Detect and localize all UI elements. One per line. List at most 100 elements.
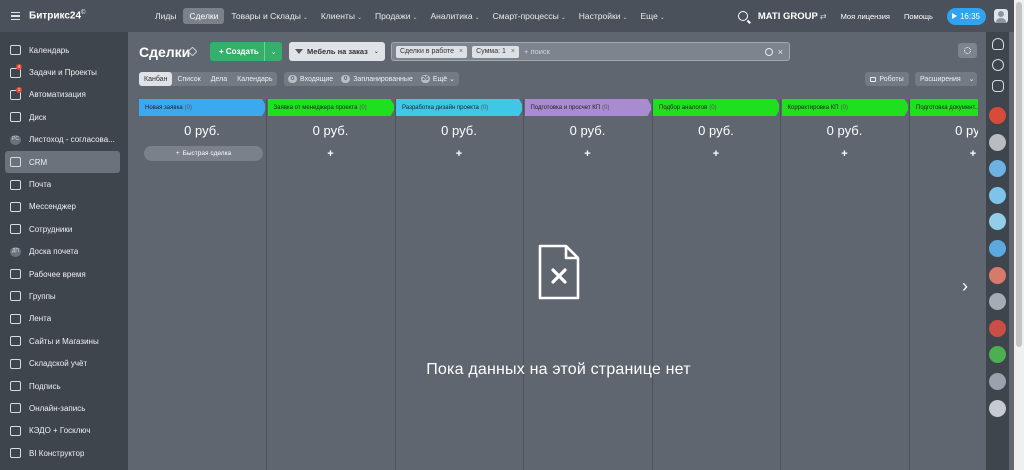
nav-item[interactable]: Клиенты ⌄: [315, 8, 368, 24]
company-switcher[interactable]: MATI GROUP ⇄: [758, 11, 827, 22]
column-header[interactable]: Новая заявка (0): [139, 99, 265, 116]
sidebar-item[interactable]: Сотрудники: [0, 218, 128, 240]
create-dropdown-icon[interactable]: ⌄: [264, 42, 282, 61]
sidebar-item[interactable]: ДП Доска почета: [0, 241, 128, 263]
chevron-down-icon: ⌄: [560, 15, 566, 21]
filter-chip[interactable]: Сумма: 1 ×: [472, 45, 519, 58]
search-input[interactable]: + поиск: [524, 47, 765, 56]
sidebar-item[interactable]: 1 Автоматизация: [0, 84, 128, 106]
contact-avatar[interactable]: [989, 399, 1006, 417]
contact-avatar[interactable]: [989, 239, 1006, 257]
add-deal-button[interactable]: +: [653, 148, 779, 160]
notifications-icon[interactable]: [991, 38, 1004, 50]
sidebar-item[interactable]: BI Конструктор: [0, 442, 128, 464]
sidebar-item[interactable]: Мессенджер: [0, 196, 128, 218]
sidebar-item[interactable]: Складской учёт: [0, 352, 128, 374]
nav-item[interactable]: Аналитика ⌄: [425, 8, 486, 24]
contact-avatar[interactable]: [989, 133, 1006, 151]
chip-close-icon[interactable]: ×: [459, 48, 463, 55]
sidebar-item[interactable]: Подпись: [0, 375, 128, 397]
column-header[interactable]: Корректировка КП (0): [781, 99, 908, 116]
contact-avatar[interactable]: [989, 160, 1006, 178]
filter-search[interactable]: Сделки в работе × Сумма: 1 × + поиск ×: [391, 42, 790, 61]
column-title: Заявка от менеджера проекта: [273, 104, 358, 111]
page-scrollbar[interactable]: [1014, 0, 1024, 470]
sidebar-item[interactable]: 4 Задачи и Проекты: [0, 61, 128, 83]
create-button[interactable]: + Создать ⌄: [210, 42, 282, 61]
work-time-button[interactable]: 16:35: [946, 7, 986, 25]
filter-chip[interactable]: Сделки в работе ×: [396, 45, 468, 58]
view-tab[interactable]: Календарь: [232, 72, 277, 86]
sidebar-item[interactable]: Группы: [0, 285, 128, 307]
top-bar: Битрикс24© Лиды Сделки Товары и Склады ⌄ Кли…: [0, 0, 1024, 32]
copy-icon[interactable]: [991, 80, 1004, 92]
app-logo[interactable]: Битрикс24©: [29, 10, 149, 21]
sidebar-item[interactable]: Лента: [0, 308, 128, 330]
nav-item[interactable]: Сделки: [183, 8, 225, 24]
sidebar-item[interactable]: Почта: [0, 173, 128, 195]
user-avatar[interactable]: [994, 9, 1008, 23]
mail-icon: [10, 179, 21, 190]
contact-avatar[interactable]: [989, 372, 1006, 390]
sidebar-item[interactable]: Календарь: [0, 39, 128, 61]
contact-avatar[interactable]: [989, 293, 1006, 311]
nav-item[interactable]: Еще ⌄: [635, 8, 671, 24]
column-count: (0): [359, 104, 367, 111]
add-deal-button[interactable]: +: [268, 148, 394, 160]
activity-counter[interactable]: 26 Ещё ⌄: [420, 75, 455, 83]
nav-item[interactable]: Смарт-процессы ⌄: [487, 8, 572, 24]
column-header[interactable]: Заявка от менеджера проекта (0): [267, 99, 394, 116]
settings-button[interactable]: [958, 43, 977, 58]
search-icon[interactable]: [764, 47, 773, 56]
view-tab[interactable]: Список: [172, 72, 205, 86]
help-link[interactable]: Помощь: [904, 12, 933, 21]
pipeline-selector[interactable]: Мебель на заказ ⌄: [289, 42, 385, 61]
add-deal-button[interactable]: +: [396, 148, 522, 160]
sidebar-item[interactable]: Рабочее время: [0, 263, 128, 285]
column-header[interactable]: Подготовка и просчет КП (0): [524, 99, 651, 116]
add-deal-button[interactable]: +: [782, 148, 908, 160]
activity-counter[interactable]: 0 Входящие: [288, 75, 333, 83]
nav-item[interactable]: Настройки ⌄: [573, 8, 634, 24]
clear-icon[interactable]: ×: [778, 47, 783, 57]
activity-counter[interactable]: 0 Запланированные: [341, 75, 413, 83]
sidebar-item[interactable]: CRM: [5, 150, 120, 174]
sidebar-item[interactable]: Сайты и Магазины: [0, 330, 128, 352]
sidebar-item[interactable]: Диск: [0, 106, 128, 128]
sidebar-item[interactable]: Онлайн-запись: [0, 397, 128, 419]
contact-avatar[interactable]: [989, 213, 1006, 231]
column-count: (0): [184, 104, 193, 111]
contact-avatar[interactable]: [989, 319, 1006, 337]
sidebar-item[interactable]: КЭДО + Госключ: [0, 420, 128, 442]
extensions-button[interactable]: Расширения ⌄: [915, 72, 977, 86]
sidebar-item-label: Сотрудники: [29, 224, 73, 234]
column-header[interactable]: Подбор аналогов (0): [653, 99, 779, 116]
sidebar-item[interactable]: PC Листоход - согласова...: [0, 129, 128, 151]
column-sum: 0 руб.: [569, 123, 606, 138]
column-header[interactable]: Подготовка документ...: [910, 99, 978, 116]
add-deal-button[interactable]: +: [910, 148, 978, 160]
license-link[interactable]: Моя лицензия: [841, 12, 890, 21]
quick-deal-button[interactable]: + Быстрая сделка: [144, 146, 263, 161]
kanban-column: Корректировка КП (0) 0 руб. +: [781, 99, 910, 470]
column-header[interactable]: Разработка дизайн проекта (0): [396, 99, 522, 116]
scroll-thumb[interactable]: [1016, 2, 1022, 347]
chat-icon[interactable]: [991, 59, 1004, 71]
scroll-right-arrow[interactable]: ›: [962, 276, 968, 297]
view-tab[interactable]: Дела: [206, 72, 232, 86]
contact-avatar[interactable]: [989, 107, 1006, 124]
add-deal-button[interactable]: +: [525, 148, 651, 160]
menu-icon[interactable]: [11, 11, 25, 21]
nav-item[interactable]: Продажи ⌄: [369, 8, 424, 24]
contact-avatar[interactable]: [989, 346, 1006, 364]
nav-item[interactable]: Лиды: [149, 8, 182, 24]
column-sum: 0 руб.: [184, 123, 220, 138]
view-tab[interactable]: Канбан: [139, 72, 173, 86]
nav-item[interactable]: Товары и Склады ⌄: [225, 8, 313, 24]
search-icon[interactable]: [737, 11, 748, 21]
contact-avatar[interactable]: [989, 186, 1006, 204]
chip-close-icon[interactable]: ×: [511, 48, 515, 55]
robots-button[interactable]: Роботы: [865, 72, 909, 86]
top-right-area: MATI GROUP ⇄ Моя лицензия Помощь 16:35: [737, 0, 1024, 32]
contact-avatar[interactable]: [989, 266, 1006, 284]
